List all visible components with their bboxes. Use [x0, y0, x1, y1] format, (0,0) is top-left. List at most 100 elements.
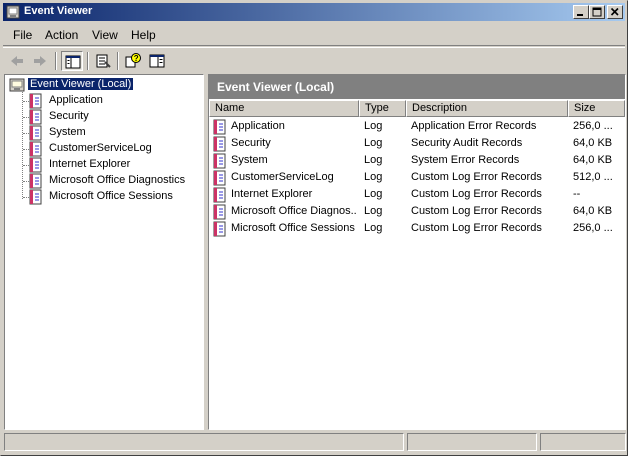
cell-name: Application [231, 120, 285, 132]
table-row[interactable]: Microsoft Office Diagnos... Log Custom Log… [209, 204, 625, 221]
log-book-icon [29, 125, 42, 141]
log-book-icon [213, 204, 226, 220]
toolbar: ? [3, 47, 625, 74]
event-viewer-window: Event Viewer File Action View Help ? Eve… [0, 0, 628, 456]
log-book-icon [213, 170, 226, 186]
cell-name: Microsoft Office Diagnos... [231, 205, 357, 217]
console-tree[interactable]: Event Viewer (Local) Application Securit… [4, 74, 204, 430]
details-pane[interactable]: Event Viewer (Local) Name Type Descripti… [208, 74, 626, 430]
tree-item-label: Security [49, 110, 89, 122]
log-book-icon [29, 189, 42, 205]
cell-size: 64,0 KB [573, 154, 613, 166]
close-icon [610, 7, 619, 16]
details-header-title: Event Viewer (Local) [217, 80, 335, 94]
back-button[interactable] [6, 51, 28, 71]
maximize-icon [592, 7, 602, 17]
log-book-icon [29, 93, 42, 109]
cell-description: Custom Log Error Records [411, 222, 542, 234]
status-bar-panel [407, 433, 537, 451]
table-row[interactable]: Microsoft Office Sessions Log Custom Log E… [209, 221, 625, 238]
cell-type: Log [364, 154, 383, 166]
menu-file[interactable]: File [13, 28, 32, 42]
cell-description: System Error Records [411, 154, 520, 166]
log-book-icon [29, 109, 42, 125]
tree-item-label: Application [49, 94, 103, 106]
cell-description: Custom Log Error Records [411, 188, 542, 200]
cell-name: Security [231, 137, 271, 149]
show-hide-action-pane-button[interactable] [146, 51, 168, 71]
cell-description: Security Audit Records [411, 137, 523, 149]
properties-button[interactable] [92, 51, 114, 71]
log-book-icon [213, 221, 226, 237]
table-row[interactable]: Internet Explorer Log Custom Log Error Rec… [209, 187, 625, 204]
maximize-button[interactable] [589, 5, 605, 19]
forward-arrow-icon [34, 56, 46, 66]
title-bar[interactable]: Event Viewer [3, 3, 625, 21]
forward-button[interactable] [29, 51, 51, 71]
cell-type: Log [364, 137, 383, 149]
cell-description: Custom Log Error Records [411, 205, 542, 217]
log-book-icon [213, 119, 226, 135]
status-bar-panel [540, 433, 626, 451]
show-hide-action-pane-icon [149, 54, 165, 68]
window-title: Event Viewer [24, 5, 93, 17]
help-icon: ? [125, 53, 141, 68]
column-header-type[interactable]: Type [359, 100, 406, 117]
table-row[interactable]: CustomerServiceLog Log Custom Log Error Re… [209, 170, 625, 187]
toolbar-separator [55, 52, 57, 70]
tree-item-label: Microsoft Office Diagnostics [49, 174, 186, 186]
cell-size: 512,0 ... [573, 171, 613, 183]
cell-type: Log [364, 120, 383, 132]
tree-connector [22, 92, 23, 199]
svg-text:?: ? [134, 54, 139, 63]
column-header-name[interactable]: Name [209, 100, 359, 117]
cell-name: System [231, 154, 268, 166]
cell-size: 64,0 KB [573, 137, 613, 149]
properties-icon [96, 54, 111, 68]
menu-help[interactable]: Help [131, 28, 156, 42]
log-book-icon [29, 141, 42, 157]
cell-type: Log [364, 205, 383, 217]
help-button[interactable]: ? [122, 51, 144, 71]
back-arrow-icon [11, 56, 23, 66]
cell-name: CustomerServiceLog [231, 171, 334, 183]
cell-description: Custom Log Error Records [411, 171, 542, 183]
event-viewer-icon [9, 78, 25, 92]
cell-description: Application Error Records [411, 120, 537, 132]
cell-type: Log [364, 222, 383, 234]
menu-view[interactable]: View [92, 28, 118, 42]
show-hide-tree-icon [65, 55, 81, 69]
table-row[interactable]: Application Log Application Error Records 2… [209, 119, 625, 136]
cell-type: Log [364, 171, 383, 183]
menu-action[interactable]: Action [45, 28, 78, 42]
cell-name: Microsoft Office Sessions [231, 222, 355, 234]
column-header-description[interactable]: Description [406, 100, 568, 117]
table-row[interactable]: System Log System Error Records 64,0 KB [209, 153, 625, 170]
cell-type: Log [364, 188, 383, 200]
minimize-icon [577, 14, 583, 16]
log-book-icon [29, 157, 42, 173]
toolbar-separator [117, 52, 119, 70]
cell-size: -- [573, 188, 581, 200]
log-book-icon [213, 187, 226, 203]
show-hide-tree-button[interactable] [61, 51, 83, 71]
cell-size: 64,0 KB [573, 205, 613, 217]
log-book-icon [213, 136, 226, 152]
menu-bar: File Action View Help [3, 23, 625, 46]
log-book-icon [29, 173, 42, 189]
cell-name: Internet Explorer [231, 188, 313, 200]
tree-root-label: Event Viewer (Local) [28, 78, 134, 90]
event-viewer-icon [6, 5, 20, 19]
close-button[interactable] [607, 5, 623, 19]
minimize-button[interactable] [573, 5, 589, 19]
toolbar-separator [87, 52, 89, 70]
details-header: Event Viewer (Local) [209, 75, 625, 99]
tree-item-label: System [49, 126, 86, 138]
table-row[interactable]: Security Log Security Audit Records 64,0 KB [209, 136, 625, 153]
cell-size: 256,0 ... [573, 222, 613, 234]
column-header-row: Name Type Description Size [209, 100, 625, 117]
column-header-size[interactable]: Size [568, 100, 625, 117]
status-bar-main [4, 433, 404, 451]
tree-item-label: Internet Explorer [49, 158, 131, 170]
tree-item-label: Microsoft Office Sessions [49, 190, 173, 202]
